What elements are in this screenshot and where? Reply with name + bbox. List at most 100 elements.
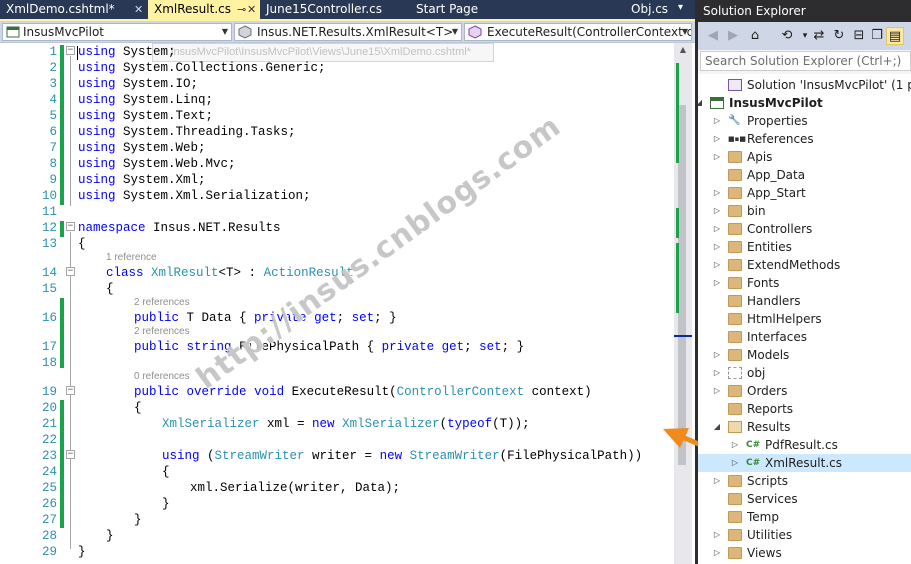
tab-obj-cs[interactable]: Obj.cs xyxy=(625,0,677,19)
type-dropdown[interactable]: Insus.NET.Results.XmlResult<T> ▼ xyxy=(234,23,462,41)
collapsed-arrow-icon[interactable]: ▷ xyxy=(712,184,722,202)
solution-icon xyxy=(728,79,742,91)
vertical-scrollbar[interactable]: ▲ xyxy=(674,43,692,564)
solution-explorer-toolbar: ◀ ▶ ⌂ ⟲ ▾ ⇄ ↻ ⊟ ❐ ▤ xyxy=(698,22,911,50)
tree-item-temp[interactable]: Temp xyxy=(698,508,911,526)
tree-item-extendmethods[interactable]: ▷ ExtendMethods xyxy=(698,256,911,274)
expanded-arrow-icon[interactable]: ◢ xyxy=(712,418,722,436)
folder-icon xyxy=(728,205,742,217)
tree-item-references[interactable]: ▷ ■▪■ References xyxy=(698,130,911,148)
tree-item-results[interactable]: ◢ Results xyxy=(698,418,911,436)
properties-icon[interactable]: ▤ xyxy=(886,27,904,45)
forward-icon[interactable]: ▶ xyxy=(724,27,742,45)
tree-item-obj[interactable]: ▷ obj xyxy=(698,364,911,382)
tab-start-page[interactable]: Start Page xyxy=(410,0,530,19)
code-line-27: } xyxy=(134,513,142,527)
tree-item-apis[interactable]: ▷ Apis xyxy=(698,148,911,166)
collapsed-arrow-icon[interactable]: ▷ xyxy=(712,238,722,256)
folder-icon xyxy=(728,169,742,181)
tree-item-label: App_Data xyxy=(747,168,806,182)
tree-item-label: Controllers xyxy=(747,222,813,236)
tree-item-entities[interactable]: ▷ Entities xyxy=(698,238,911,256)
close-icon[interactable]: ✕ xyxy=(247,0,256,19)
folder-icon xyxy=(728,331,742,343)
collapsed-arrow-icon[interactable]: ▷ xyxy=(712,346,722,364)
collapse-toggle[interactable]: − xyxy=(66,46,75,55)
folder-icon xyxy=(728,349,742,361)
project-dropdown[interactable]: InsusMvcPilot ▼ xyxy=(2,23,232,41)
collapsed-arrow-icon[interactable]: ▷ xyxy=(730,436,740,454)
tab-june15controller-cs[interactable]: June15Controller.cs xyxy=(260,0,410,19)
collapsed-arrow-icon[interactable]: ▷ xyxy=(712,526,722,544)
collapsed-arrow-icon[interactable]: ▷ xyxy=(712,364,722,382)
back-icon[interactable]: ◀ xyxy=(704,27,722,45)
tree-item-scripts[interactable]: ▷ Scripts xyxy=(698,472,911,490)
tree-item-solution-insusmvcpilot-1-project[interactable]: Solution 'InsusMvcPilot' (1 project xyxy=(698,76,911,94)
collapsed-arrow-icon[interactable]: ▷ xyxy=(712,220,722,238)
collapsed-arrow-icon[interactable]: ▷ xyxy=(712,382,722,400)
codelens-references[interactable]: 1 reference xyxy=(106,252,157,263)
tree-item-app-data[interactable]: App_Data xyxy=(698,166,911,184)
collapse-toggle[interactable]: − xyxy=(66,267,75,276)
collapse-toggle[interactable]: − xyxy=(66,450,75,459)
tree-item-properties[interactable]: ▷ 🔧 Properties xyxy=(698,112,911,130)
tree-item-views[interactable]: ▷ Views xyxy=(698,544,911,562)
collapse-toggle[interactable]: − xyxy=(66,222,75,231)
tree-item-label: Reports xyxy=(747,402,794,416)
tree-item-services[interactable]: Services xyxy=(698,490,911,508)
tree-item-handlers[interactable]: Handlers xyxy=(698,292,911,310)
collapsed-arrow-icon[interactable]: ▷ xyxy=(712,544,722,562)
refresh-icon[interactable]: ↻ xyxy=(830,27,848,45)
code-line-7: using System.Web; xyxy=(78,141,206,155)
member-dropdown[interactable]: ExecuteResult(ControllerContext cor ▼ xyxy=(464,23,692,41)
tree-item-interfaces[interactable]: Interfaces xyxy=(698,328,911,346)
collapse-all-icon[interactable]: ⊟ xyxy=(850,27,868,45)
tree-item-insusmvcpilot[interactable]: ◢ InsusMvcPilot xyxy=(698,94,911,112)
tree-item-xmlresult-cs[interactable]: ▷ C# XmlResult.cs xyxy=(698,454,911,472)
tree-item-controllers[interactable]: ▷ Controllers xyxy=(698,220,911,238)
sync-icon[interactable]: ⇄ xyxy=(810,27,828,45)
collapsed-arrow-icon[interactable]: ▷ xyxy=(712,472,722,490)
tree-item-bin[interactable]: ▷ bin xyxy=(698,202,911,220)
collapsed-arrow-icon[interactable]: ▷ xyxy=(712,148,722,166)
scrollbar-thumb[interactable] xyxy=(678,105,686,465)
codelens-references[interactable]: 0 references xyxy=(134,371,190,382)
line-number: 5 xyxy=(49,109,57,123)
tree-item-htmlhelpers[interactable]: HtmlHelpers xyxy=(698,310,911,328)
show-all-files-icon[interactable]: ❐ xyxy=(868,27,886,45)
tree-item-orders[interactable]: ▷ Orders xyxy=(698,382,911,400)
code-editor[interactable]: 1 2 3 4 5 6 7 8 9 10 11 12 13 14 15 16 17 18 19 20 21 22 23 24 2… xyxy=(0,43,695,564)
tab-label: June15Controller.cs xyxy=(266,2,382,16)
history-icon[interactable]: ⟲ xyxy=(778,27,796,45)
codelens-references[interactable]: 2 references xyxy=(134,297,190,308)
tree-item-fonts[interactable]: ▷ Fonts xyxy=(698,274,911,292)
collapsed-arrow-icon[interactable]: ▷ xyxy=(712,256,722,274)
collapse-toggle[interactable]: − xyxy=(66,386,75,395)
navigation-bar: InsusMvcPilot ▼ Insus.NET.Results.XmlRes… xyxy=(0,21,695,43)
collapsed-arrow-icon[interactable]: ▷ xyxy=(712,112,722,130)
solution-explorer-search-input[interactable]: Search Solution Explorer (Ctrl+;) xyxy=(700,51,911,71)
collapsed-arrow-icon[interactable]: ▷ xyxy=(730,454,740,472)
line-number: 24 xyxy=(41,465,57,479)
tree-item-pdfresult-cs[interactable]: ▷ C# PdfResult.cs xyxy=(698,436,911,454)
scroll-up-icon[interactable]: ▲ xyxy=(674,45,692,55)
code-line-15: { xyxy=(106,282,114,296)
collapsed-arrow-icon[interactable]: ▷ xyxy=(712,274,722,292)
tab-xmldemo-cshtml[interactable]: XmlDemo.cshtml* ✕ xyxy=(0,0,148,19)
tree-item-label: Apis xyxy=(747,150,773,164)
tab-xmlresult-cs[interactable]: XmlResult.cs ⊸ ✕ xyxy=(148,0,260,19)
collapsed-arrow-icon[interactable]: ▷ xyxy=(712,202,722,220)
tree-item-reports[interactable]: Reports xyxy=(698,400,911,418)
close-icon[interactable]: ✕ xyxy=(134,0,143,19)
collapsed-arrow-icon[interactable]: ▷ xyxy=(712,130,722,148)
tree-item-app-start[interactable]: ▷ App_Start xyxy=(698,184,911,202)
pin-icon[interactable]: ⊸ xyxy=(237,0,246,19)
tab-list-dropdown-icon[interactable]: ▾ xyxy=(678,2,683,13)
tree-item-models[interactable]: ▷ Models xyxy=(698,346,911,364)
folder-icon xyxy=(728,277,742,289)
codelens-references[interactable]: 2 references xyxy=(134,326,190,337)
home-icon[interactable]: ⌂ xyxy=(746,27,764,45)
line-number: 27 xyxy=(41,513,57,527)
expanded-arrow-icon[interactable]: ◢ xyxy=(698,94,704,112)
tree-item-utilities[interactable]: ▷ Utilities xyxy=(698,526,911,544)
